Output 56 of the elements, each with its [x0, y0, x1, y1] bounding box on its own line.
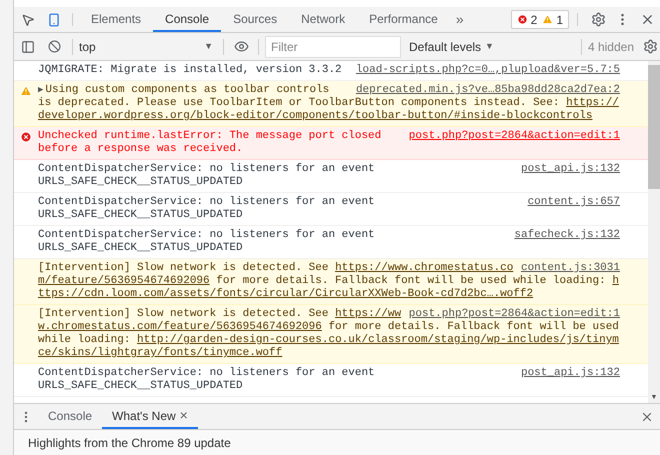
- more-tabs-button[interactable]: »: [450, 7, 470, 32]
- message-text: ContentDispatcherService: no listeners for an event: [38, 163, 375, 176]
- message-link[interactable]: https://: [566, 97, 619, 110]
- warning-icon: [542, 14, 554, 25]
- message-text: ContentDispatcherService: no listeners for an event: [38, 367, 375, 380]
- devtools-tab[interactable]: Elements: [79, 7, 154, 32]
- message-text: [Intervention] Slow network is detected. See: [38, 262, 330, 275]
- message-link[interactable]: https://www.chromestatus.co: [335, 262, 514, 275]
- message-text: ContentDispatcherService: no listeners for an event: [38, 229, 375, 242]
- message-text: URLS_SAFE_CHECK__STATUS_UPDATED: [38, 176, 243, 189]
- message-link[interactable]: https://ww: [335, 308, 402, 321]
- levels-dropdown[interactable]: Default levels ▼: [409, 38, 494, 56]
- context-select[interactable]: top ▼: [79, 38, 217, 56]
- message-link[interactable]: ce/skins/lightgray/fonts/tinymce.woff: [38, 347, 282, 360]
- message-text: [Intervention] Slow network is detected. See: [38, 308, 330, 321]
- devtools-tab[interactable]: Sources: [221, 7, 290, 32]
- message-text: while loading:: [38, 334, 132, 347]
- message-text: Unchecked runtime.lastError: The message port closed: [38, 130, 382, 143]
- source-link[interactable]: post.php?post=2864&action=edit:1: [408, 308, 620, 321]
- message-link[interactable]: developer.wordpress.org/block-editor/components/toolbar-button/#inside-blockcontrols: [38, 110, 592, 123]
- source-link[interactable]: content.js:3031: [520, 262, 620, 275]
- message-text: Using custom components as toolbar controls: [45, 84, 330, 97]
- source-link[interactable]: post_api.js:132: [520, 163, 620, 176]
- devtools-tab[interactable]: Network: [289, 7, 358, 32]
- tab-close-icon[interactable]: ×: [180, 405, 188, 426]
- expand-arrow[interactable]: ▶: [38, 84, 44, 97]
- message-text: URLS_SAFE_CHECK__STATUS_UPDATED: [38, 380, 243, 393]
- scrollbar-thumb[interactable]: [648, 65, 660, 189]
- error-icon: [516, 14, 528, 25]
- warning-icon: [20, 85, 32, 97]
- drawer-tab[interactable]: Console: [38, 404, 102, 429]
- message-text: for more details. Fallback font will be used while loading:: [215, 275, 607, 288]
- source-link[interactable]: load-scripts.php?c=0…,plupload&ver=5.7:5: [356, 64, 620, 77]
- devtools-tab[interactable]: Performance: [357, 7, 450, 32]
- source-link[interactable]: post_api.js:132: [520, 367, 620, 380]
- source-link[interactable]: post.php?post=2864&action=edit:1: [408, 130, 620, 143]
- source-link[interactable]: deprecated.min.js?ve…85ba98dd28ca2d7ea:2: [356, 84, 620, 97]
- message-link[interactable]: http://garden-design-courses.co.uk/classroom/staging/wp-includes/js/tinym: [137, 334, 619, 347]
- filter-field[interactable]: Filter: [265, 36, 401, 58]
- source-link[interactable]: content.js:657: [528, 196, 620, 209]
- message-link[interactable]: m/feature/5636954674692096: [38, 275, 210, 288]
- message-text: URLS_SAFE_CHECK__STATUS_UPDATED: [38, 209, 243, 222]
- message-text: before a response was received.: [38, 143, 243, 156]
- message-text: URLS_SAFE_CHECK__STATUS_UPDATED: [38, 242, 243, 255]
- message-link[interactable]: w.chromestatus.com/feature/5636954674692096: [38, 321, 322, 334]
- message-text: ContentDispatcherService: no listeners for an event: [38, 196, 375, 209]
- message-text: is deprecated. Please use ToolbarItem or ToolbarButton components instead. See:: [38, 97, 560, 110]
- message-link[interactable]: ttps://cdn.loom.com/assets/fonts/circular/CircularXXWeb-Book-cd7d2bc….woff2: [38, 288, 534, 301]
- hidden-count: 4 hidden: [588, 38, 634, 56]
- message-link[interactable]: h: [612, 275, 619, 288]
- source-link[interactable]: safecheck.js:132: [514, 229, 620, 242]
- message-text: for more details. Fallback font will be used: [327, 321, 619, 334]
- issues-counter[interactable]: 2 1: [510, 10, 569, 29]
- whats-new-text: Highlights from the Chrome 89 update: [28, 434, 231, 452]
- error-icon: [20, 131, 32, 143]
- message-text: JQMIGRATE: Migrate is installed, version 3.3.2: [38, 64, 342, 77]
